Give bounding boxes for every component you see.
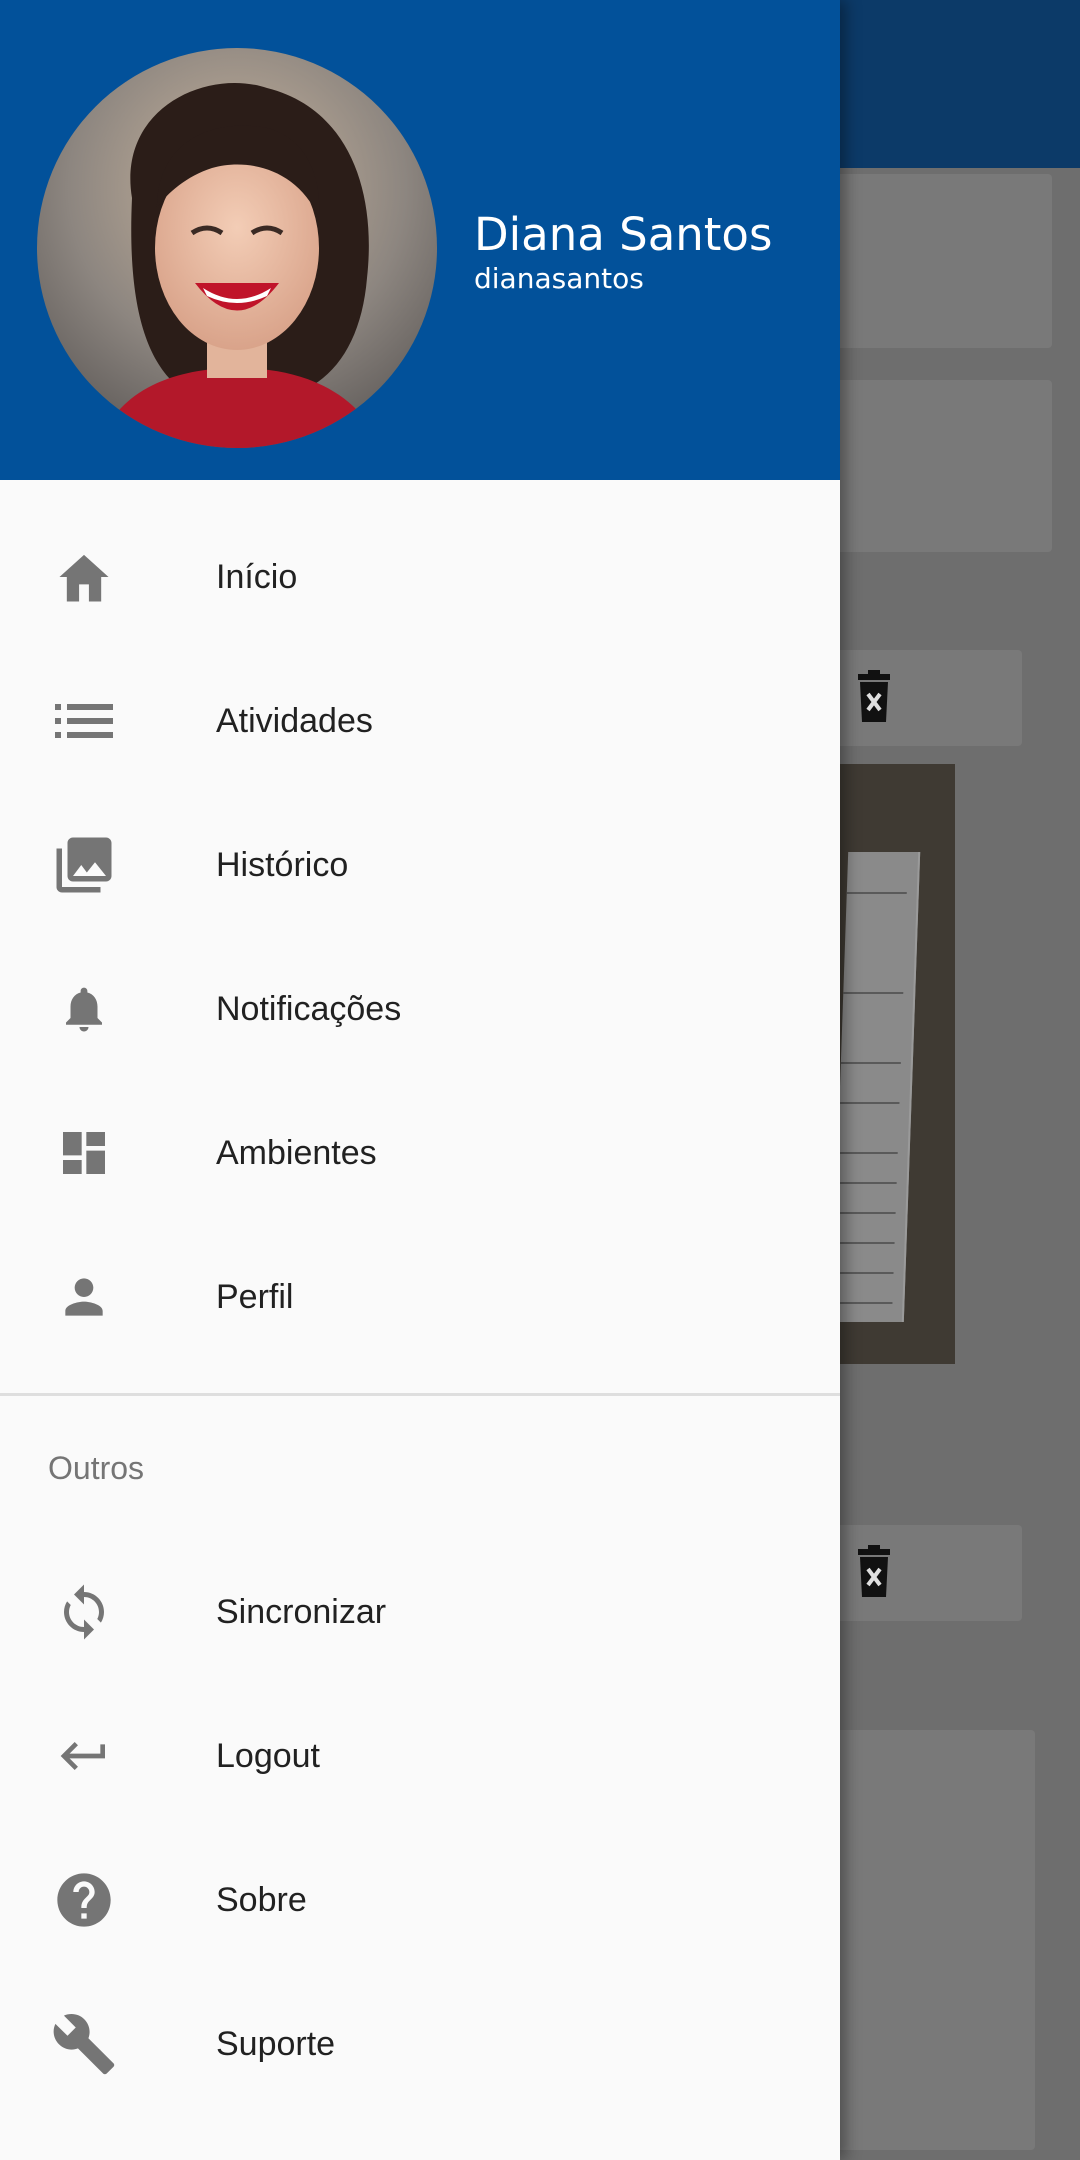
menu-item-label: Início [216,558,298,596]
menu-item-notificacoes[interactable]: Notificações [0,937,840,1081]
background-paper [840,852,921,1322]
dashboard-icon [42,1121,126,1185]
help-icon [42,1868,126,1932]
menu-item-logout[interactable]: Logout [0,1684,840,1828]
menu-item-historico[interactable]: Histórico [0,793,840,937]
photo-library-icon [42,833,126,897]
menu-item-perfil[interactable]: Perfil [0,1225,840,1369]
menu-item-suporte[interactable]: Suporte [0,1972,840,2116]
menu-divider [0,1393,840,1396]
section-title: Outros [48,1450,145,1486]
user-handle: dianasantos [474,262,644,295]
menu-item-label: Sobre [216,1881,307,1919]
menu-item-label: Ambientes [216,1134,377,1172]
return-arrow-icon [42,1724,126,1788]
avatar[interactable] [37,48,437,448]
list-icon [42,689,126,753]
user-name: Diana Santos [474,208,773,261]
menu-item-label: Atividades [216,702,373,740]
menu-item-label: Logout [216,1737,320,1775]
home-icon [42,545,126,609]
menu-item-inicio[interactable]: Início [0,505,840,649]
background-document-photo [840,764,955,1364]
menu-item-ambientes[interactable]: Ambientes [0,1081,840,1225]
background-card-2 [830,380,1052,552]
drawer-header: Diana Santos dianasantos [0,0,840,480]
background-card-1 [830,174,1052,348]
delete-icon[interactable] [850,670,898,724]
menu-item-label: Suporte [216,2025,336,2063]
person-icon [42,1265,126,1329]
menu-item-sobre[interactable]: Sobre [0,1828,840,1972]
navigation-drawer: Diana Santos dianasantos Início Atividad… [0,0,840,2160]
menu-item-label: Notificações [216,990,402,1028]
menu-item-label: Sincronizar [216,1593,387,1631]
sync-icon [42,1580,126,1644]
background-card-5 [830,1730,1035,2150]
menu-item-atividades[interactable]: Atividades [0,649,840,793]
menu-item-label: Perfil [216,1278,294,1316]
bell-icon [42,977,126,1041]
wrench-icon [42,2012,126,2076]
menu-item-label: Histórico [216,846,349,884]
delete-icon[interactable] [850,1545,898,1599]
menu-item-sincronizar[interactable]: Sincronizar [0,1540,840,1684]
